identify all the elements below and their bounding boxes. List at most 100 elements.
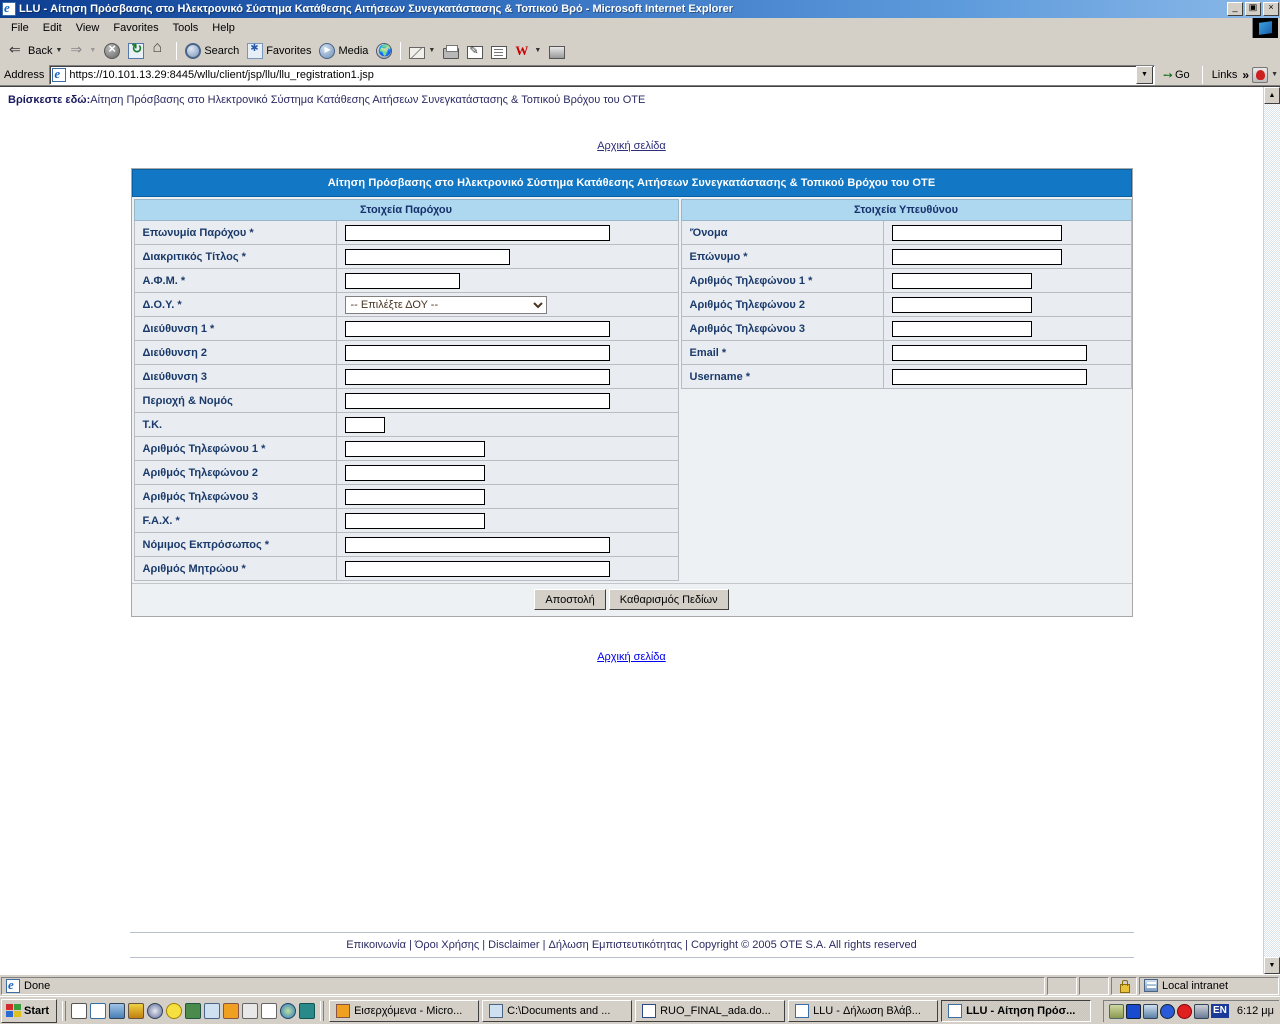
quicklaunch-bank-icon[interactable] — [242, 1002, 259, 1019]
refresh-button[interactable] — [124, 40, 148, 62]
vertical-scrollbar[interactable]: ▲ ▼ — [1263, 87, 1280, 974]
forward-button[interactable]: ▼ — [66, 40, 100, 62]
responsible-field-input[interactable] — [891, 248, 1062, 265]
taskbar-window-button[interactable]: Εισερχόμενα - Micro... — [329, 999, 480, 1022]
quicklaunch-ie-icon[interactable] — [90, 1002, 107, 1019]
address-input[interactable]: https://10.101.13.29:8445/wllu/client/js… — [49, 64, 1155, 85]
discuss-button[interactable] — [487, 40, 511, 62]
provider-field-input[interactable] — [344, 536, 610, 553]
provider-field-input[interactable] — [344, 368, 610, 385]
menu-item-favorites[interactable]: Favorites — [106, 20, 165, 36]
reset-button[interactable]: Καθαρισμός Πεδίων — [608, 589, 729, 610]
mail-button[interactable]: ▼ — [405, 40, 439, 62]
form-button-row: Αποστολή Καθαρισμός Πεδίων — [131, 583, 1132, 616]
provider-field-select[interactable]: -- Επιλέξτε ΔΟΥ -- — [344, 295, 547, 314]
search-button[interactable]: Search — [181, 40, 243, 62]
taskbar-window-button[interactable]: LLU - Αίτηση Πρόσ... — [941, 999, 1092, 1022]
tray-connection-icon[interactable] — [1193, 1003, 1209, 1019]
tray-antivirus-icon[interactable] — [1159, 1003, 1175, 1019]
tray-scheduler-icon[interactable] — [1108, 1003, 1124, 1019]
back-dropdown-icon[interactable]: ▼ — [55, 47, 62, 54]
responsible-field-input[interactable] — [891, 344, 1087, 361]
menu-item-edit[interactable]: Edit — [36, 20, 69, 36]
minimize-button[interactable]: _ — [1227, 2, 1243, 16]
provider-field-label: Διακριτικός Τίτλος * — [134, 245, 337, 268]
scroll-up-button[interactable]: ▲ — [1264, 87, 1280, 104]
home-link-top[interactable]: Αρχική σελίδα — [597, 140, 666, 152]
links-label[interactable]: Links — [1210, 69, 1240, 81]
provider-field-input[interactable] — [344, 224, 610, 241]
history-button[interactable] — [372, 40, 396, 62]
provider-field-input[interactable] — [344, 416, 385, 433]
go-button[interactable]: ➙ Go — [1158, 68, 1195, 82]
messenger-button[interactable]: W ▼ — [511, 40, 545, 62]
quicklaunch-flash-icon[interactable] — [128, 1002, 145, 1019]
taskbar-window-button[interactable]: RUO_FINAL_ada.do... — [635, 999, 786, 1022]
provider-field-input[interactable] — [344, 464, 485, 481]
provider-field-input[interactable] — [344, 248, 510, 265]
taskbar-window-button[interactable]: C:\Documents and ... — [482, 999, 633, 1022]
provider-field-input[interactable] — [344, 392, 610, 409]
address-dropdown-button[interactable]: ▼ — [1135, 65, 1153, 84]
edit-button[interactable] — [463, 40, 487, 62]
responsible-field-input[interactable] — [891, 296, 1032, 313]
favorites-button[interactable]: Favorites — [243, 40, 315, 62]
home-button[interactable] — [148, 39, 172, 62]
tray-media-icon[interactable] — [1125, 1003, 1141, 1019]
scrollbar-track[interactable] — [1264, 104, 1280, 957]
taskbar-clock[interactable]: 6:12 μμ — [1231, 1005, 1274, 1017]
quicklaunch-msn-icon[interactable] — [166, 1002, 183, 1019]
quicklaunch-clock-icon[interactable] — [223, 1002, 240, 1019]
menu-item-tools[interactable]: Tools — [166, 20, 206, 36]
responsible-field-input[interactable] — [891, 224, 1062, 241]
maximize-button[interactable]: ▣ — [1245, 2, 1261, 16]
menu-item-view[interactable]: View — [69, 20, 107, 36]
tray-blocked-icon[interactable] — [1176, 1003, 1192, 1019]
media-button[interactable]: Media — [315, 40, 372, 62]
provider-field-input[interactable] — [344, 320, 610, 337]
provider-field-input[interactable] — [344, 560, 610, 577]
stop-button[interactable] — [100, 40, 124, 62]
quicklaunch-desktop-icon[interactable] — [109, 1002, 126, 1019]
quicklaunch-mediaplayer-icon[interactable] — [147, 1002, 164, 1019]
language-indicator[interactable]: EN — [1210, 1004, 1229, 1018]
taskbar-grip-2[interactable] — [320, 1000, 325, 1021]
responsible-field-input[interactable] — [891, 368, 1087, 385]
back-button[interactable]: Back ▼ — [5, 40, 66, 62]
menu-item-file[interactable]: File — [4, 20, 36, 36]
tray-network-icon[interactable] — [1142, 1003, 1158, 1019]
pdf-toolbar-icon[interactable] — [1252, 66, 1269, 83]
quicklaunch-console-icon[interactable] — [299, 1002, 316, 1019]
responsible-field-input[interactable] — [891, 272, 1032, 289]
toolbar-separator-2 — [400, 41, 402, 60]
extra-tool-button[interactable] — [545, 40, 569, 62]
print-button[interactable] — [439, 40, 463, 62]
close-button[interactable]: × — [1263, 2, 1279, 16]
provider-field-input[interactable] — [344, 344, 610, 361]
page-content: Βρίσκεστε εδώ:Αίτηση Πρόσβασης στο Ηλεκτ… — [0, 87, 1263, 974]
provider-field-input[interactable] — [344, 440, 485, 457]
mail-dropdown-icon[interactable]: ▼ — [428, 47, 435, 54]
submit-button[interactable]: Αποστολή — [534, 589, 606, 610]
responsible-field-input[interactable] — [891, 320, 1032, 337]
home-link-bottom[interactable]: Αρχική σελίδα — [597, 651, 666, 663]
quicklaunch-globe-icon[interactable] — [280, 1002, 297, 1019]
links-chevron-icon[interactable]: » — [1242, 68, 1249, 82]
menu-item-help[interactable]: Help — [205, 20, 242, 36]
provider-field-input[interactable] — [344, 512, 485, 529]
pdf-dropdown-icon[interactable]: ▼ — [1271, 71, 1278, 78]
taskbar-grip-1[interactable] — [62, 1000, 67, 1021]
provider-field-input[interactable] — [344, 272, 460, 289]
provider-field-input[interactable] — [344, 488, 485, 505]
quicklaunch-document-icon[interactable] — [261, 1002, 278, 1019]
messenger-dropdown-icon[interactable]: ▼ — [534, 47, 541, 54]
form-title-bar: Αίτηση Πρόσβασης στο Ηλεκτρονικό Σύστημα… — [131, 169, 1132, 197]
start-button[interactable]: Start — [1, 998, 58, 1023]
taskbar-window-button[interactable]: LLU - Δήλωση Βλάβ... — [788, 999, 939, 1022]
forward-dropdown-icon[interactable]: ▼ — [89, 47, 96, 54]
provider-field-row: Διεύθυνση 2 — [133, 341, 679, 365]
quicklaunch-notepad-icon[interactable] — [71, 1002, 88, 1019]
scroll-down-button[interactable]: ▼ — [1264, 957, 1280, 974]
quicklaunch-search-icon[interactable] — [204, 1002, 221, 1019]
quicklaunch-dino-icon[interactable] — [185, 1002, 202, 1019]
